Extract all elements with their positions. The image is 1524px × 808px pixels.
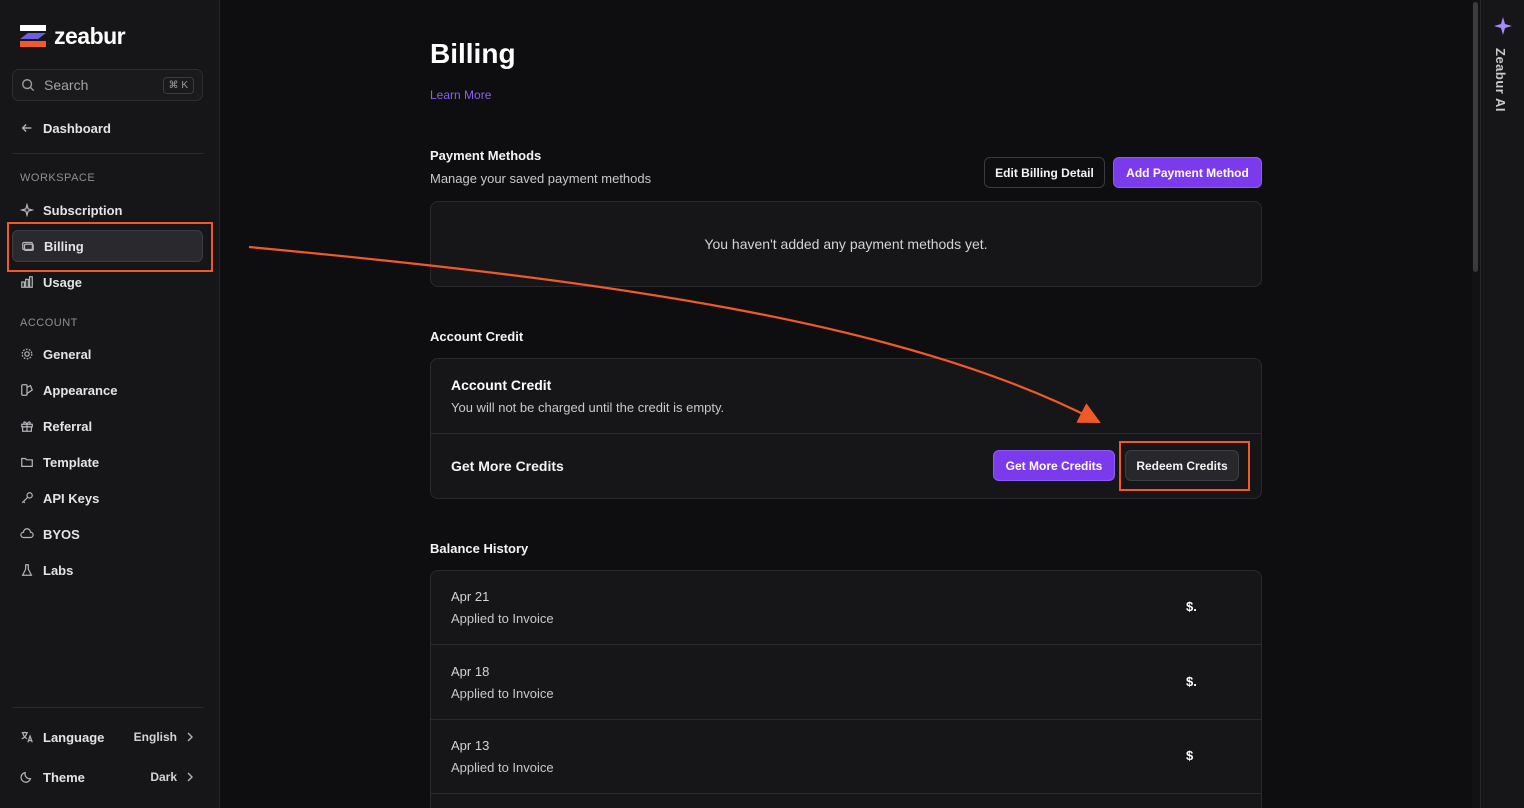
language-selector[interactable]: Language English xyxy=(12,722,203,752)
sidebar-item-label: Labs xyxy=(43,562,74,578)
language-value: English xyxy=(133,730,177,744)
sidebar-item-label: General xyxy=(43,346,92,362)
sidebar-item-label: Usage xyxy=(43,274,83,290)
account-credit-subtitle: You will not be charged until the credit… xyxy=(451,400,725,415)
search-box[interactable]: Search ⌘ K xyxy=(12,69,203,101)
scrollbar-thumb[interactable] xyxy=(1473,2,1478,272)
get-more-credits-label: Get More Credits xyxy=(451,458,564,474)
history-description: Applied to Invoice xyxy=(451,611,554,626)
account-section-label: ACCOUNT xyxy=(20,317,78,329)
logo[interactable]: zeabur xyxy=(20,22,126,49)
ai-panel[interactable]: Zeabur AI xyxy=(1480,0,1524,808)
payment-methods-title: Payment Methods xyxy=(430,148,542,163)
annotation-highlight-billing xyxy=(7,222,213,272)
page-scrollbar[interactable] xyxy=(1472,0,1480,808)
table-row: Apr 13 Applied to Invoice $ xyxy=(431,720,1261,794)
language-value-wrap: English xyxy=(134,730,195,744)
workspace-section-label: WORKSPACE xyxy=(20,172,96,184)
theme-value-wrap: Dark xyxy=(150,770,195,784)
sidebar-item-label: Template xyxy=(43,454,100,470)
brand-name: zeabur xyxy=(54,22,126,49)
get-more-credits-button[interactable]: Get More Credits xyxy=(993,450,1115,481)
payment-methods-empty: You haven't added any payment methods ye… xyxy=(704,236,988,252)
history-amount: $. xyxy=(1186,599,1197,614)
sidebar-item-appearance[interactable]: Appearance xyxy=(12,374,203,406)
search-icon xyxy=(22,79,35,92)
payment-methods-card: You haven't added any payment methods ye… xyxy=(430,201,1262,287)
folder-icon xyxy=(21,457,33,467)
card-divider xyxy=(431,433,1261,434)
search-placeholder: Search xyxy=(44,77,89,93)
arrow-left-icon xyxy=(21,124,32,132)
theme-value: Dark xyxy=(150,770,177,784)
server-icon xyxy=(20,528,34,539)
dashboard-label: Dashboard xyxy=(43,120,111,136)
history-amount: $ xyxy=(1186,748,1194,763)
ai-panel-label: Zeabur AI xyxy=(1493,48,1508,112)
sidebar-item-label: Subscription xyxy=(43,202,123,218)
annotation-highlight-redeem xyxy=(1119,441,1250,491)
history-date: Apr 21 xyxy=(451,589,490,604)
sidebar: zeabur Search ⌘ K Dashboard WORKSPACE Su… xyxy=(0,0,220,808)
balance-history-title: Balance History xyxy=(430,541,529,556)
payment-methods-subtitle: Manage your saved payment methods xyxy=(430,171,652,186)
page-title: Billing xyxy=(430,38,516,69)
theme-label: Theme xyxy=(43,769,85,785)
sidebar-item-api-keys[interactable]: API Keys xyxy=(12,482,203,514)
sidebar-item-referral[interactable]: Referral xyxy=(12,410,203,442)
sidebar-item-template[interactable]: Template xyxy=(12,446,203,478)
moon-icon xyxy=(20,771,32,783)
key-icon xyxy=(21,492,33,504)
theme-selector[interactable]: Theme Dark xyxy=(12,762,203,792)
sidebar-item-label: BYOS xyxy=(43,526,80,542)
account-credit-section-title: Account Credit xyxy=(430,329,524,344)
sidebar-footer-divider xyxy=(12,707,204,708)
history-date: Apr 18 xyxy=(451,664,490,679)
language-label: Language xyxy=(43,729,105,745)
dashboard-link[interactable]: Dashboard xyxy=(12,112,203,144)
account-credit-title: Account Credit xyxy=(451,377,552,393)
translate-icon xyxy=(21,731,33,743)
edit-billing-detail-button[interactable]: Edit Billing Detail xyxy=(984,157,1105,188)
palette-icon xyxy=(21,384,34,396)
sidebar-item-label: API Keys xyxy=(43,490,100,506)
search-shortcut: ⌘ K xyxy=(162,76,194,94)
sidebar-item-general[interactable]: General xyxy=(12,338,203,370)
table-row: Apr 21 Applied to Invoice $. xyxy=(431,571,1261,645)
main-content: Billing Learn More Payment Methods Manag… xyxy=(221,0,1471,808)
history-description: Applied to Invoice xyxy=(451,686,554,701)
zeabur-logo-icon xyxy=(20,25,46,47)
sparkle-icon xyxy=(20,203,34,217)
bar-chart-icon xyxy=(21,276,33,288)
history-amount: $. xyxy=(1186,674,1197,689)
balance-history-card: Apr 21 Applied to Invoice $. Apr 18 Appl… xyxy=(430,570,1262,808)
gift-icon xyxy=(21,421,33,432)
add-payment-method-button[interactable]: Add Payment Method xyxy=(1113,157,1262,188)
sidebar-divider xyxy=(12,153,204,154)
sparkle-icon xyxy=(1494,17,1512,35)
chevron-right-icon xyxy=(187,732,193,742)
history-date: Apr 13 xyxy=(451,738,490,753)
sidebar-item-byos[interactable]: BYOS xyxy=(12,518,203,550)
chevron-right-icon xyxy=(187,772,193,782)
sidebar-item-label: Referral xyxy=(43,418,93,434)
sidebar-item-labs[interactable]: Labs xyxy=(12,554,203,586)
gear-icon xyxy=(21,348,33,360)
history-description: Applied to Invoice xyxy=(451,760,554,775)
sidebar-item-label: Appearance xyxy=(43,382,118,398)
learn-more-link[interactable]: Learn More xyxy=(430,88,491,102)
table-row: Apr 18 Applied to Invoice $. xyxy=(431,646,1261,720)
flask-icon xyxy=(21,564,33,576)
